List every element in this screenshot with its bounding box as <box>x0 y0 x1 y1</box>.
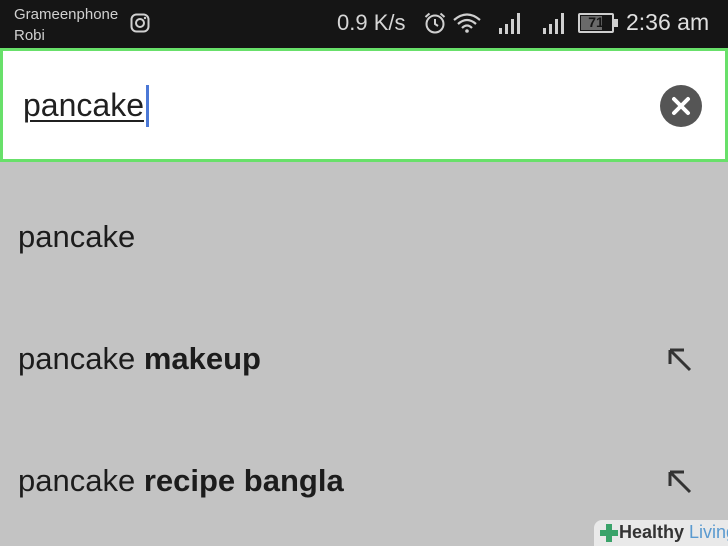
carrier-info: Grameenphone Robi <box>14 4 118 46</box>
battery-tip <box>614 19 618 27</box>
watermark-part-1: Healthy <box>619 522 685 542</box>
instagram-icon <box>130 13 150 33</box>
clock: 2:36 am <box>626 9 710 35</box>
signal-icon <box>499 13 520 34</box>
plus-logo-icon <box>600 524 618 542</box>
suggestion-label: pancake <box>18 176 135 298</box>
network-speed: 0.9 K/s <box>337 10 406 35</box>
fill-query-arrow-icon[interactable] <box>664 466 696 498</box>
suggestion-label: pancake recipe bangla <box>18 420 344 542</box>
fill-query-arrow-icon[interactable] <box>664 344 696 376</box>
battery-level: 71 <box>588 14 604 30</box>
text-cursor <box>146 85 149 127</box>
suggestion-prefix: pancake <box>18 219 136 254</box>
suggestion-item[interactable]: pancake makeup <box>0 298 728 420</box>
status-bar: Grameenphone Robi 0.9 K/s 71 2:36 am <box>0 0 728 48</box>
suggestion-suffix: recipe bangla <box>143 463 344 498</box>
suggestion-prefix: pancake <box>18 463 144 498</box>
search-bar[interactable]: pancake <box>0 48 728 162</box>
watermark-part-2: Living <box>689 522 728 542</box>
suggestion-suffix: makeup <box>143 341 261 376</box>
battery-icon: 71 <box>578 13 614 33</box>
suggestion-item[interactable]: pancake <box>0 176 728 298</box>
alarm-icon <box>424 12 446 34</box>
suggestion-label: pancake makeup <box>18 298 261 420</box>
carrier-name-1: Grameenphone <box>14 6 119 23</box>
carrier-name-2: Robi <box>14 27 45 44</box>
signal-icon <box>543 13 564 34</box>
wifi-icon <box>453 13 481 33</box>
search-input[interactable]: pancake <box>23 87 144 124</box>
watermark-text: Healthy Living <box>619 522 728 543</box>
watermark: Healthy Living <box>594 520 728 546</box>
suggestion-prefix: pancake <box>18 341 144 376</box>
clear-search-button[interactable] <box>660 85 702 127</box>
close-icon <box>672 97 690 115</box>
